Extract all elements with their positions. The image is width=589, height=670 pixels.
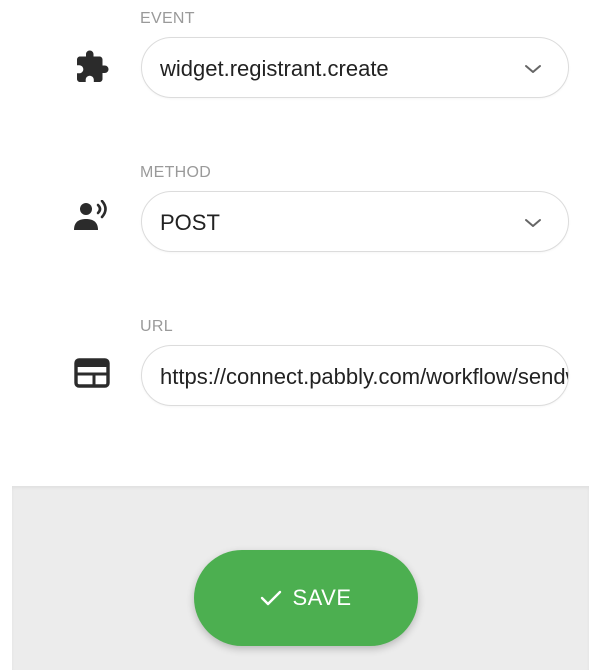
chevron-down-icon (524, 60, 542, 78)
browser-window-icon (70, 351, 114, 395)
method-select[interactable]: POST (141, 191, 569, 252)
save-button-label: SAVE (292, 585, 352, 610)
save-button[interactable]: SAVE (194, 550, 418, 646)
method-select-value: POST (160, 210, 220, 235)
url-input[interactable]: https://connect.pabbly.com/workflow/send… (141, 345, 569, 406)
method-label: METHOD (140, 164, 212, 181)
check-icon (260, 589, 282, 607)
puzzle-piece-icon (70, 45, 114, 89)
event-select-value: widget.registrant.create (160, 56, 389, 81)
webhook-form: EVENT widget.registrant.create METHOD PO… (0, 0, 589, 486)
url-label: URL (140, 318, 173, 335)
form-footer: SAVE (12, 486, 589, 670)
webhook-settings-page: EVENT widget.registrant.create METHOD PO… (0, 0, 589, 670)
url-input-value: https://connect.pabbly.com/workflow/send… (160, 364, 568, 389)
person-speaking-icon (70, 196, 114, 240)
event-select[interactable]: widget.registrant.create (141, 37, 569, 98)
event-label: EVENT (140, 10, 195, 27)
chevron-down-icon (524, 214, 542, 232)
